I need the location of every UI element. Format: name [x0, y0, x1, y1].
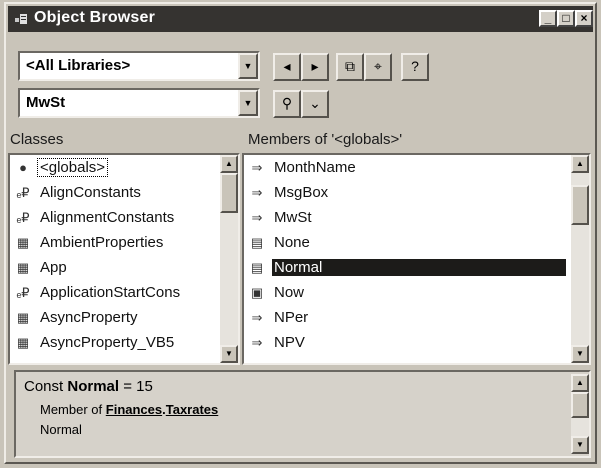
double-chevron-down-icon: ⌄: [309, 95, 321, 111]
method-icon: ⇒: [251, 185, 263, 200]
view-definition-button[interactable]: ⌖: [364, 53, 392, 81]
search-button[interactable]: ⚲: [273, 90, 301, 118]
help-button[interactable]: ?: [401, 53, 429, 81]
down-arrow-icon: ▼: [576, 349, 584, 358]
class-icon: ▦: [16, 235, 30, 250]
scroll-up-button[interactable]: ▲: [571, 374, 589, 392]
method-icon: ⇒: [251, 310, 263, 325]
object-browser-window: Object Browser _ □ × <All Libraries> ▼ M…: [4, 2, 597, 464]
class-item[interactable]: ▦ AsyncProperty_VB5: [14, 334, 176, 359]
close-button[interactable]: ×: [575, 10, 593, 27]
back-arrow-icon: ◂: [283, 58, 291, 74]
class-item[interactable]: ● <globals>: [14, 158, 109, 184]
minimize-button[interactable]: _: [539, 10, 557, 27]
scroll-down-button[interactable]: ▼: [571, 345, 589, 363]
member-item[interactable]: ▤ None: [248, 234, 312, 259]
members-header: Members of '<globals>': [248, 131, 403, 148]
down-arrow-icon: ▼: [576, 440, 584, 449]
class-item[interactable]: ▦ AmbientProperties: [14, 234, 165, 259]
classes-list[interactable]: ● <globals> ₑ₽ AlignConstants ₑ₽ AlignmentC…: [8, 153, 240, 365]
enum-icon: ₑ₽: [16, 210, 30, 225]
class-icon: ▦: [16, 310, 30, 325]
member-item[interactable]: ⇒ MonthName: [248, 159, 358, 184]
show-search-results-button[interactable]: ⌄: [301, 90, 329, 118]
library-dropdown-value: <All Libraries>: [26, 57, 131, 74]
member-item[interactable]: ⇒ NPer: [248, 309, 310, 334]
description-text: Normal: [40, 422, 82, 437]
chevron-down-icon[interactable]: ▼: [238, 53, 258, 79]
minimize-icon: _: [544, 11, 552, 25]
copy-to-clipboard-button[interactable]: ⧉: [336, 53, 364, 81]
class-icon: ▦: [16, 335, 30, 350]
class-icon: ▦: [16, 260, 30, 275]
member-item[interactable]: ⇒ MwSt: [248, 209, 314, 234]
chevron-down-icon[interactable]: ▼: [238, 90, 258, 116]
scroll-down-button[interactable]: ▼: [220, 345, 238, 363]
members-scrollbar[interactable]: ▲ ▼: [571, 155, 589, 363]
scroll-thumb[interactable]: [220, 173, 238, 213]
declaration-name: Normal: [67, 378, 120, 395]
view-definition-icon: ⌖: [374, 58, 382, 74]
declaration-value: = 15: [123, 378, 153, 395]
property-icon: ▣: [250, 285, 264, 300]
method-icon: ⇒: [251, 160, 263, 175]
binoculars-icon: ⚲: [281, 95, 293, 111]
class-item[interactable]: ₑ₽ ApplicationStartCons: [14, 284, 182, 309]
module-link[interactable]: Taxrates: [166, 402, 219, 417]
close-icon: ×: [580, 11, 588, 25]
member-item-selected[interactable]: ▤ Normal: [248, 259, 567, 284]
member-item[interactable]: ⇒ MsgBox: [248, 184, 330, 209]
go-back-button[interactable]: ◂: [273, 53, 301, 81]
go-forward-button[interactable]: ▸: [301, 53, 329, 81]
classes-header: Classes: [10, 131, 64, 148]
details-scrollbar[interactable]: ▲ ▼: [571, 374, 589, 454]
copy-icon: ⧉: [345, 58, 355, 74]
library-link[interactable]: Finances: [106, 402, 162, 417]
enum-icon: ₑ₽: [16, 185, 30, 200]
member-item[interactable]: ▣ Now: [248, 284, 306, 309]
library-dropdown[interactable]: <All Libraries> ▼: [18, 51, 260, 81]
title-bar[interactable]: Object Browser _ □ ×: [8, 6, 593, 32]
up-arrow-icon: ▲: [576, 159, 584, 168]
up-arrow-icon: ▲: [225, 159, 233, 168]
enum-icon: ₑ₽: [16, 285, 30, 300]
scroll-up-button[interactable]: ▲: [571, 155, 589, 173]
member-of-line: Member of Finances.Taxrates: [40, 402, 219, 417]
forward-arrow-icon: ▸: [311, 58, 319, 74]
search-text-dropdown[interactable]: MwSt ▼: [18, 88, 260, 118]
scroll-up-button[interactable]: ▲: [220, 155, 238, 173]
constant-icon: ▤: [250, 260, 264, 275]
scroll-thumb[interactable]: [571, 392, 589, 418]
maximize-button[interactable]: □: [557, 10, 575, 27]
globals-icon: ●: [19, 160, 27, 175]
declaration-keyword: Const: [24, 378, 64, 395]
declaration-line: Const Normal = 15: [24, 378, 153, 395]
object-browser-icon: [15, 14, 27, 24]
class-item[interactable]: ▦ AsyncProperty: [14, 309, 140, 334]
method-icon: ⇒: [251, 335, 263, 350]
constant-icon: ▤: [250, 235, 264, 250]
method-icon: ⇒: [251, 210, 263, 225]
down-arrow-icon: ▼: [225, 349, 233, 358]
help-icon: ?: [411, 58, 419, 74]
window-title: Object Browser: [34, 9, 156, 26]
classes-scrollbar[interactable]: ▲ ▼: [220, 155, 238, 363]
class-item[interactable]: ▦ App: [14, 259, 69, 284]
scroll-thumb[interactable]: [571, 185, 589, 225]
class-item[interactable]: ₑ₽ AlignmentConstants: [14, 209, 176, 234]
member-of-label: Member of: [40, 402, 103, 417]
members-list[interactable]: ⇒ MonthName ⇒ MsgBox ⇒ MwSt ▤ None ▤ Normal ▣…: [242, 153, 591, 365]
class-item[interactable]: ₑ₽ AlignConstants: [14, 184, 143, 209]
details-pane: Const Normal = 15 Member of Finances.Tax…: [14, 370, 591, 458]
search-text-value: MwSt: [26, 94, 66, 111]
member-item[interactable]: ⇒ NPV: [248, 334, 307, 359]
up-arrow-icon: ▲: [576, 378, 584, 387]
scroll-down-button[interactable]: ▼: [571, 436, 589, 454]
maximize-icon: □: [562, 11, 570, 25]
